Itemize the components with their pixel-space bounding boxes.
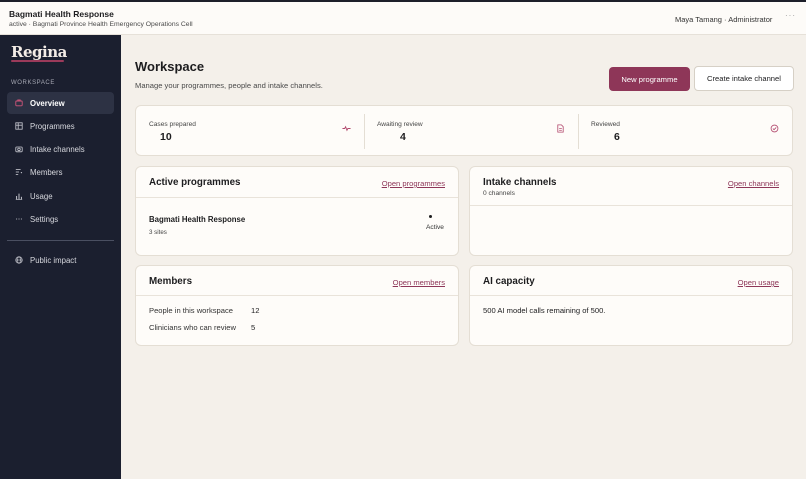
card-title: Members — [149, 276, 193, 287]
programme-subtitle: active · Bagmati Province Health Emergen… — [9, 21, 193, 28]
top-bar: Bagmati Health Response active · Bagmati… — [0, 0, 806, 35]
sidebar-item-intake-channels[interactable]: Intake channels — [7, 138, 114, 160]
open-members-link[interactable]: Open members — [393, 278, 445, 287]
members-row-value: 5 — [251, 323, 256, 332]
globe-icon — [14, 255, 24, 265]
status-badge: Active — [426, 224, 444, 231]
logo-underline — [11, 60, 64, 62]
document-icon — [556, 120, 565, 133]
user-menu[interactable]: Maya Tamang · Administrator — [675, 15, 772, 24]
page-title: Workspace — [135, 59, 205, 74]
sidebar-item-usage[interactable]: Usage — [7, 185, 114, 207]
members-row-label: Clinicians who can review — [149, 323, 236, 332]
card-title: Intake channels — [483, 177, 557, 188]
members-row-value: 12 — [251, 306, 260, 315]
stats-card: Cases prepared 10 Awaiting review 4 Revi… — [135, 105, 793, 156]
card-header: AI capacity Open usage — [470, 266, 792, 296]
status-dot — [429, 215, 432, 218]
page-subtitle: Manage your programmes, people and intak… — [135, 81, 323, 90]
sidebar-section-label: WORKSPACE — [11, 80, 55, 86]
sidebar-item-label: Intake channels — [30, 144, 85, 154]
sidebar-item-overview[interactable]: Overview — [7, 92, 114, 114]
ai-capacity-text: 500 AI model calls remaining of 500. — [483, 306, 606, 315]
stat-value: 6 — [614, 131, 620, 143]
check-circle-icon — [770, 120, 779, 133]
programme-name: Bagmati Health Response — [149, 215, 246, 224]
members-card: Members Open members People in this work… — [135, 265, 459, 346]
stat-awaiting-review: Awaiting review 4 — [364, 106, 578, 157]
table-icon — [14, 121, 24, 131]
sidebar-item-programmes[interactable]: Programmes — [7, 115, 114, 137]
pulse-icon — [342, 120, 351, 132]
list-filter-icon — [14, 167, 24, 177]
logo[interactable]: Regina — [11, 43, 67, 61]
programme-sites: 3 sites — [149, 229, 167, 236]
stat-label: Reviewed — [591, 121, 620, 128]
stat-value: 4 — [400, 131, 406, 143]
sidebar-item-label: Public impact — [30, 255, 77, 265]
card-header: Intake channels 0 channels Open channels — [470, 167, 792, 206]
open-channels-link[interactable]: Open channels — [728, 179, 779, 188]
sidebar-item-settings[interactable]: Settings — [7, 208, 114, 230]
ai-capacity-card: AI capacity Open usage 500 AI model call… — [469, 265, 793, 346]
intake-channels-card: Intake channels 0 channels Open channels — [469, 166, 793, 256]
open-usage-link[interactable]: Open usage — [738, 278, 779, 287]
stat-cases-prepared: Cases prepared 10 — [136, 106, 364, 157]
sidebar-item-label: Overview — [30, 98, 65, 108]
stat-label: Awaiting review — [377, 121, 423, 128]
sidebar-item-label: Usage — [30, 191, 53, 201]
sidebar-item-public-impact[interactable]: Public impact — [7, 249, 114, 271]
members-row-label: People in this workspace — [149, 306, 233, 315]
open-programmes-link[interactable]: Open programmes — [382, 179, 445, 188]
card-header: Members Open members — [136, 266, 458, 296]
active-programmes-card: Active programmes Open programmes Bagmat… — [135, 166, 459, 256]
camera-icon — [14, 144, 24, 154]
sidebar-item-members[interactable]: Members — [7, 161, 114, 183]
card-title: Active programmes — [149, 177, 241, 188]
card-title: AI capacity — [483, 276, 535, 287]
create-intake-channel-button[interactable]: Create intake channel — [694, 66, 794, 91]
channel-count: 0 channels — [483, 190, 515, 197]
card-header: Active programmes Open programmes — [136, 167, 458, 198]
sidebar-item-label: Members — [30, 167, 63, 177]
new-programme-button[interactable]: New programme — [609, 67, 690, 91]
sidebar-divider — [7, 240, 114, 241]
sidebar: Regina WORKSPACE Overview Programmes Int… — [0, 35, 121, 479]
stat-value: 10 — [160, 131, 172, 143]
sidebar-item-label: Programmes — [30, 121, 75, 131]
dots-icon — [14, 214, 24, 224]
bar-chart-icon — [14, 191, 24, 201]
programme-title: Bagmati Health Response — [9, 9, 114, 19]
sidebar-item-label: Settings — [30, 214, 59, 224]
stat-label: Cases prepared — [149, 121, 196, 128]
more-options-icon[interactable]: ··· — [785, 11, 796, 20]
home-icon — [14, 98, 24, 108]
stat-reviewed: Reviewed 6 — [578, 106, 794, 157]
